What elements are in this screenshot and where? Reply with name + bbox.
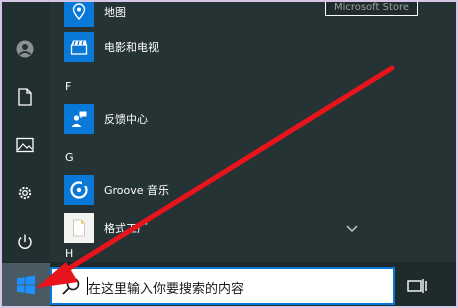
- section-letter[interactable]: G: [65, 151, 74, 164]
- map-pin-icon: [64, 0, 94, 27]
- app-label: 地图: [104, 6, 126, 19]
- app-item-format-factory[interactable]: 格式工厂: [64, 210, 148, 246]
- app-item-groove-music[interactable]: Groove 音乐: [64, 172, 169, 208]
- documents-icon[interactable]: [12, 84, 38, 110]
- task-view-icon: [407, 279, 427, 293]
- app-label: 电影和电视: [104, 41, 159, 54]
- section-letter[interactable]: H: [65, 247, 73, 260]
- app-item-maps[interactable]: 地图: [64, 0, 126, 30]
- app-list: 地图 电影和电视 F 反馈中心 G Groove 音乐 格式工厂 H: [50, 0, 358, 262]
- app-label: 反馈中心: [104, 113, 148, 126]
- user-avatar-icon[interactable]: [12, 36, 38, 62]
- app-item-movies-tv[interactable]: 电影和电视: [64, 29, 159, 65]
- search-icon: [62, 277, 80, 295]
- groove-disc-icon: [64, 175, 94, 205]
- power-icon[interactable]: [12, 229, 38, 255]
- pictures-icon[interactable]: [12, 132, 38, 158]
- settings-gear-icon[interactable]: [12, 180, 38, 206]
- section-letter[interactable]: F: [65, 80, 71, 93]
- task-view-button[interactable]: [404, 274, 430, 298]
- clapperboard-icon: [64, 32, 94, 62]
- search-placeholder: 在这里输入你要搜索的内容: [88, 282, 245, 297]
- document-icon: [64, 213, 94, 243]
- app-label: 格式工厂: [104, 222, 148, 235]
- windows-logo-icon: [17, 275, 35, 294]
- app-label: Groove 音乐: [104, 184, 170, 197]
- feedback-person-icon: [64, 104, 94, 134]
- search-box[interactable]: 在这里输入你要搜索的内容: [50, 267, 395, 305]
- store-tile[interactable]: Microsoft Store: [325, 0, 418, 16]
- start-menu-rail: [0, 0, 50, 262]
- app-item-feedback-hub[interactable]: 反馈中心: [64, 101, 148, 137]
- tile-area: Microsoft Store: [325, 0, 458, 262]
- start-button[interactable]: [2, 263, 50, 306]
